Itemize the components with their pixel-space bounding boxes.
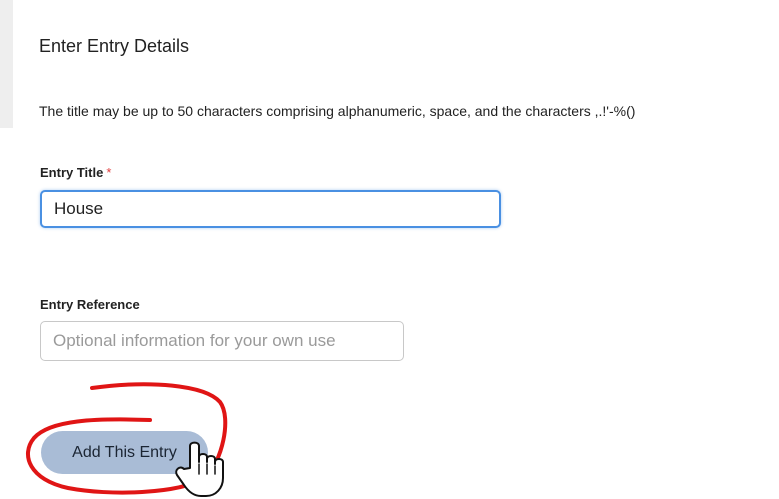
section-title: Enter Entry Details [39, 36, 190, 56]
entry-title-label-text: Entry Title [40, 165, 104, 180]
add-entry-button[interactable]: Add This Entry [41, 431, 208, 474]
required-marker: * [106, 165, 112, 180]
entry-title-input[interactable] [40, 190, 501, 228]
entry-reference-label: Entry Reference [40, 297, 140, 312]
panel-left-border [0, 0, 13, 128]
entry-reference-input[interactable] [40, 321, 404, 361]
entry-title-label: Entry Title * [40, 165, 111, 180]
title-help-text: The title may be up to 50 characters com… [39, 103, 636, 119]
red-circle-annotation [25, 382, 228, 495]
